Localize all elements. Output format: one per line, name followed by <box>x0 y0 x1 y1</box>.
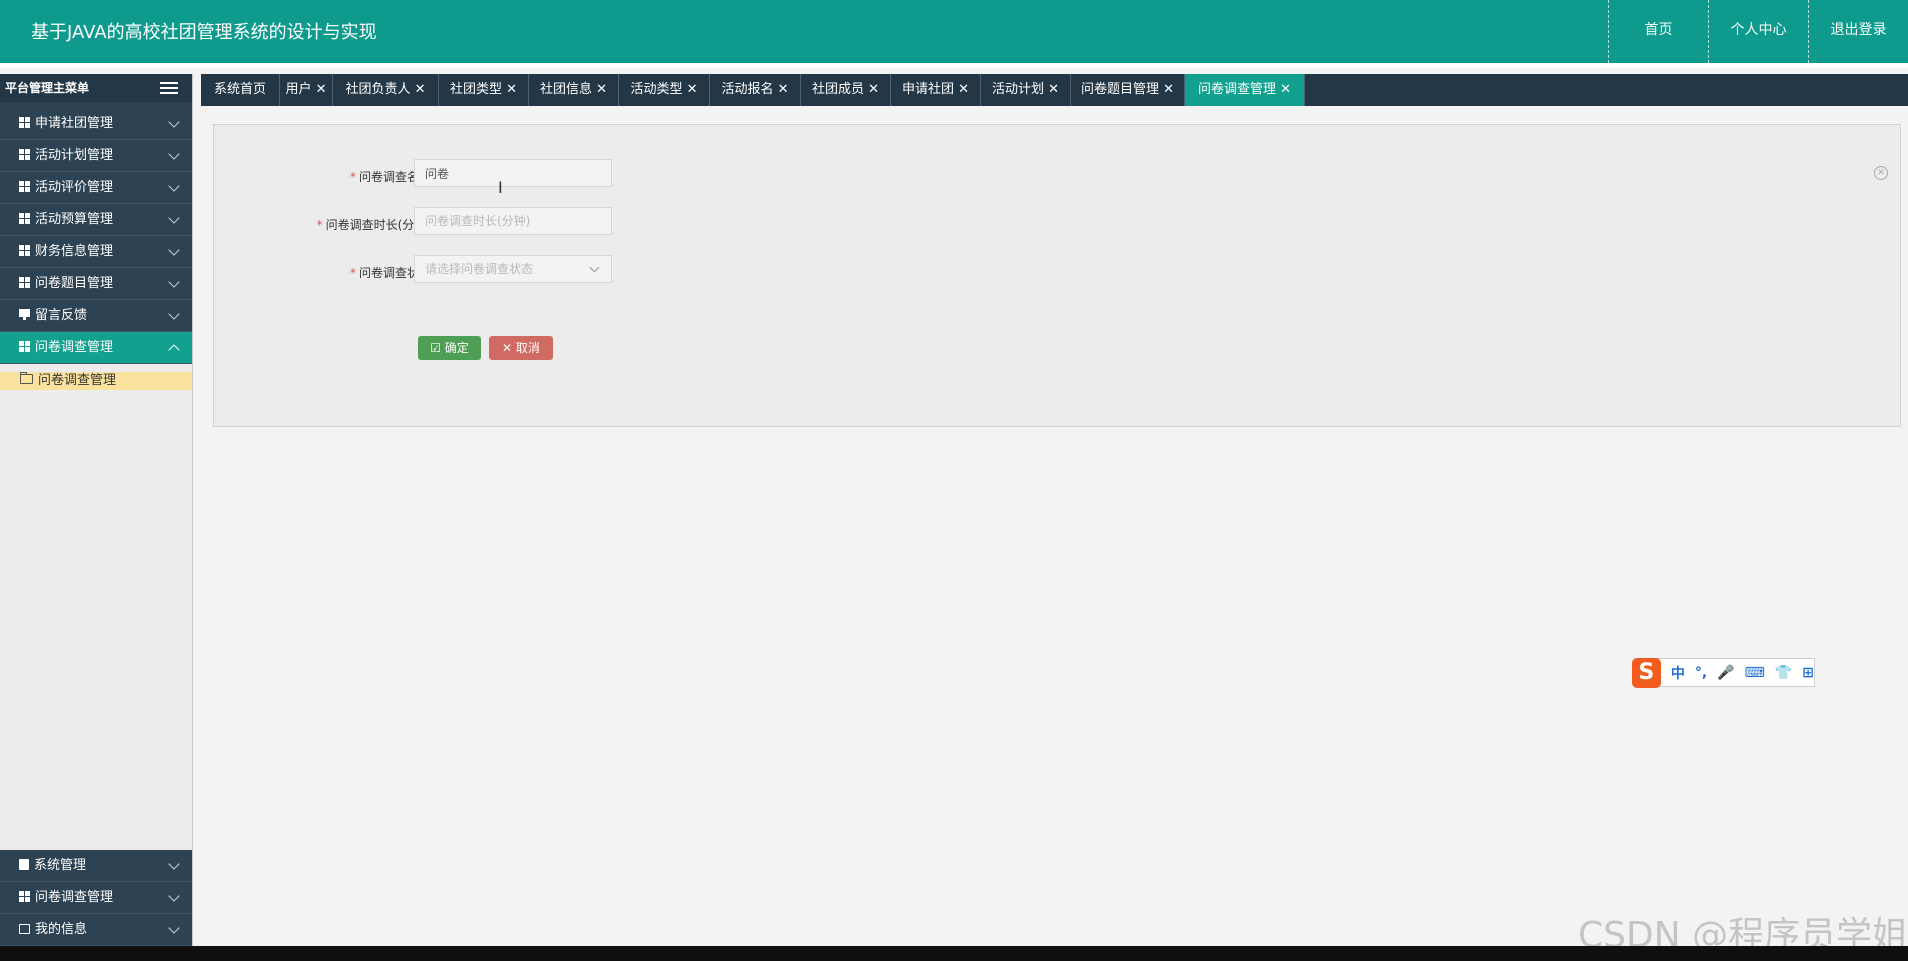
chevron-down-icon <box>168 922 180 934</box>
chevron-down-icon <box>168 244 180 256</box>
ime-chinese-toggle[interactable]: 中 <box>1671 663 1685 683</box>
menu-toggle-icon[interactable] <box>160 82 178 94</box>
nav-home[interactable]: 首页 <box>1608 0 1708 63</box>
clipboard-icon <box>19 859 29 870</box>
tab-users[interactable]: 用户 ✕ <box>280 74 333 106</box>
sidebar-heading: 平台管理主菜单 <box>0 74 192 102</box>
sidebar-subitem-survey-management[interactable]: 问卷调查管理 <box>0 372 192 390</box>
header-divider <box>0 63 1908 68</box>
monitor-icon <box>19 309 30 320</box>
sidebar-item-label: 财务信息管理 <box>35 244 114 259</box>
chevron-down-icon <box>589 262 600 273</box>
tab-activity-plan[interactable]: 活动计划 ✕ <box>981 74 1071 106</box>
ime-keyboard-icon[interactable]: ⌨ <box>1745 665 1765 681</box>
sidebar-item-activity-plan[interactable]: 活动计划管理 <box>0 140 192 172</box>
chevron-down-icon <box>168 276 180 288</box>
grid-icon <box>19 149 30 160</box>
tab-survey-management[interactable]: 问卷调查管理 ✕ <box>1185 74 1305 106</box>
bottom-bar <box>0 946 1908 961</box>
sidebar-item-label: 留言反馈 <box>35 308 88 323</box>
close-icon: ✕ <box>502 341 516 355</box>
ime-microphone-icon[interactable]: 🎤 <box>1717 665 1734 681</box>
grid-icon <box>19 277 30 288</box>
tab-activity-signup[interactable]: 活动报名 ✕ <box>710 74 801 106</box>
survey-name-input[interactable] <box>414 159 612 187</box>
sidebar-item-label: 问卷调查管理 <box>35 340 114 355</box>
sidebar: 平台管理主菜单 申请社团管理 活动计划管理 活动评价管理 活动预算管理 财务信息… <box>0 74 193 946</box>
app-title: 基于JAVA的高校社团管理系统的设计与实现 <box>31 22 377 43</box>
chevron-down-icon <box>168 180 180 192</box>
sidebar-item-label: 问卷题目管理 <box>35 276 114 291</box>
tab-club-members[interactable]: 社团成员 ✕ <box>801 74 891 106</box>
tab-bar: 系统首页 用户 ✕ 社团负责人 ✕ 社团类型 ✕ 社团信息 ✕ 活动类型 ✕ 活… <box>201 74 1908 106</box>
sidebar-item-label: 问卷调查管理 <box>35 890 114 905</box>
ime-skin-icon[interactable]: 👕 <box>1775 665 1792 681</box>
table-icon <box>19 245 30 256</box>
top-header: 基于JAVA的高校社团管理系统的设计与实现 首页 个人中心 退出登录 <box>0 0 1908 63</box>
sidebar-item-system[interactable]: 系统管理 <box>0 850 192 882</box>
sidebar-item-survey-management[interactable]: 问卷调查管理 <box>0 332 192 364</box>
tab-activity-types[interactable]: 活动类型 ✕ <box>619 74 710 106</box>
sidebar-item-my-info[interactable]: 我的信息 <box>0 914 192 946</box>
chevron-up-icon <box>168 344 180 356</box>
text-cursor-icon: I <box>498 178 503 197</box>
chevron-down-icon <box>168 212 180 224</box>
chevron-down-icon <box>168 116 180 128</box>
sidebar-item-label: 活动评价管理 <box>35 180 114 195</box>
nav-logout[interactable]: 退出登录 <box>1808 0 1908 63</box>
tab-club-info[interactable]: 社团信息 ✕ <box>529 74 619 106</box>
cancel-button[interactable]: ✕ 取消 <box>489 336 553 360</box>
ime-apps-icon[interactable]: ⊞ <box>1802 665 1814 681</box>
sidebar-item-feedback[interactable]: 留言反馈 <box>0 300 192 332</box>
chevron-down-icon <box>168 858 180 870</box>
tab-club-application[interactable]: 申请社团 ✕ <box>891 74 981 106</box>
confirm-button[interactable]: ☑ 确定 <box>418 336 481 360</box>
sidebar-item-label: 活动计划管理 <box>35 148 114 163</box>
sidebar-heading-label: 平台管理主菜单 <box>5 81 90 95</box>
sidebar-item-club-application[interactable]: 申请社团管理 <box>0 108 192 140</box>
sidebar-item-label: 系统管理 <box>34 858 87 873</box>
sidebar-item-activity-budget[interactable]: 活动预算管理 <box>0 204 192 236</box>
sidebar-item-label: 申请社团管理 <box>35 116 114 131</box>
ime-punctuation-icon[interactable]: °, <box>1695 665 1707 681</box>
grid-icon <box>19 213 30 224</box>
header-nav: 首页 个人中心 退出登录 <box>1608 0 1908 63</box>
grid-icon <box>19 117 30 128</box>
tab-survey-questions[interactable]: 问卷题目管理 ✕ <box>1071 74 1185 106</box>
sidebar-item-survey-questions[interactable]: 问卷题目管理 <box>0 268 192 300</box>
chevron-down-icon <box>168 890 180 902</box>
grid-icon <box>19 891 30 902</box>
chevron-down-icon <box>168 308 180 320</box>
tab-home[interactable]: 系统首页 <box>201 74 280 106</box>
ime-toolbar: S 中 °, 🎤 ⌨ 👕 ⊞ <box>1632 657 1815 688</box>
survey-duration-input[interactable] <box>414 207 612 235</box>
grid-icon <box>19 341 30 352</box>
grid-icon <box>19 181 30 192</box>
sidebar-subitem-label: 问卷调查管理 <box>38 373 117 388</box>
sidebar-item-activity-review[interactable]: 活动评价管理 <box>0 172 192 204</box>
sidebar-bottom-menu: 系统管理 问卷调查管理 我的信息 <box>0 850 192 946</box>
tab-club-types[interactable]: 社团类型 ✕ <box>439 74 529 106</box>
card-icon <box>19 924 30 934</box>
survey-status-placeholder: 请选择问卷调查状态 <box>425 262 534 276</box>
survey-status-select[interactable]: 请选择问卷调查状态 <box>414 255 612 283</box>
check-square-icon: ☑ <box>430 341 445 355</box>
tab-club-leaders[interactable]: 社团负责人 ✕ <box>333 74 439 106</box>
sidebar-item-label: 活动预算管理 <box>35 212 114 227</box>
sidebar-item-finance[interactable]: 财务信息管理 <box>0 236 192 268</box>
sidebar-item-label: 我的信息 <box>35 922 88 937</box>
folder-icon <box>20 372 33 384</box>
close-circle-icon[interactable]: ✕ <box>1874 166 1888 180</box>
chevron-down-icon <box>168 148 180 160</box>
sidebar-item-survey[interactable]: 问卷调查管理 <box>0 882 192 914</box>
nav-profile[interactable]: 个人中心 <box>1708 0 1808 63</box>
sogou-logo-icon[interactable]: S <box>1632 657 1661 688</box>
